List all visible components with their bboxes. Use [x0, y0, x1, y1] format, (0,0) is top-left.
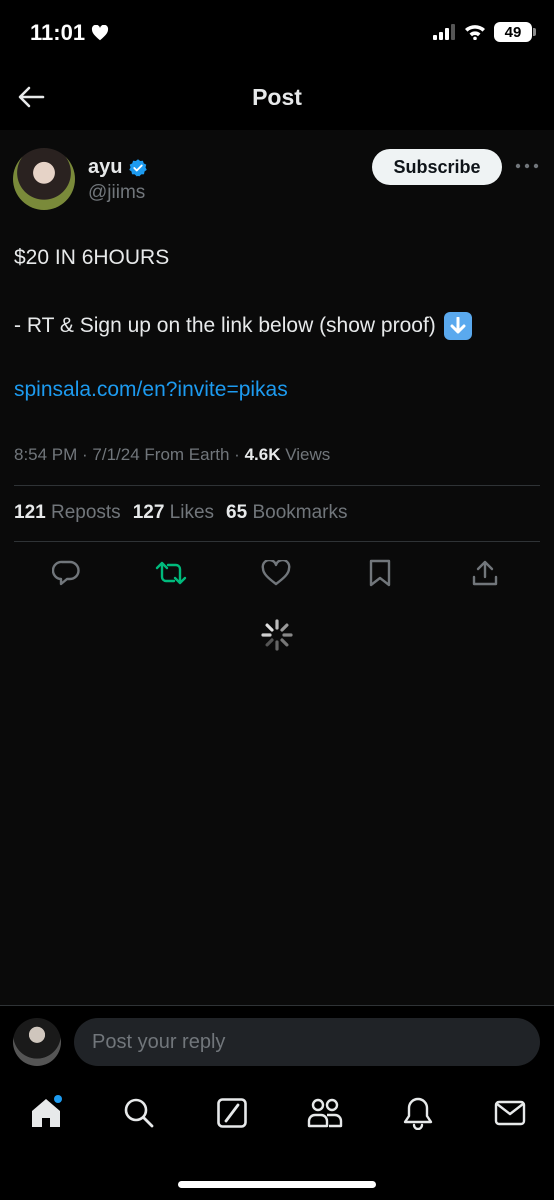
author-handle[interactable]: @jiims: [88, 182, 145, 204]
user-avatar[interactable]: [13, 1018, 61, 1066]
like-icon: [261, 560, 291, 586]
post-text-line-1: $20 IN 6HOURS: [14, 246, 170, 269]
reply-input[interactable]: Post your reply: [74, 1018, 540, 1066]
tab-home[interactable]: [26, 1093, 66, 1133]
communities-icon: [307, 1098, 343, 1128]
more-icon: [515, 163, 539, 169]
loading-spinner-icon: [261, 619, 293, 651]
post-date[interactable]: 7/1/24: [92, 445, 139, 464]
divider: [14, 541, 540, 542]
likes-count: 127: [132, 502, 165, 523]
home-indicator[interactable]: [178, 1181, 376, 1188]
heart-status-icon: [92, 25, 109, 41]
post-text-line-2: - RT & Sign up on the link below (show p…: [14, 312, 472, 340]
notifications-icon: [403, 1097, 433, 1130]
status-time-group: 11:01: [30, 20, 109, 46]
tab-notifications[interactable]: [398, 1093, 438, 1133]
post-location: From Earth: [144, 445, 230, 464]
bookmarks-count: 65: [226, 502, 248, 523]
signal-icon: [433, 24, 455, 40]
status-bar: 11:01 49: [0, 0, 554, 64]
engagement-stats: 121 Reposts 127 Likes 65 Bookmarks: [14, 502, 347, 524]
likes-label: Likes: [169, 502, 215, 523]
post-link[interactable]: spinsala.com/en?invite=pikas: [14, 378, 288, 402]
bookmark-button[interactable]: [362, 555, 398, 591]
post-text-line-2-text: - RT & Sign up on the link below (show p…: [14, 314, 436, 337]
likes-stat[interactable]: 127 Likes: [133, 502, 214, 524]
search-icon: [124, 1098, 154, 1128]
battery-indicator: 49: [494, 22, 536, 42]
repost-icon: [155, 561, 187, 585]
author-name-row[interactable]: ayu: [88, 156, 148, 179]
more-options-button[interactable]: [514, 154, 540, 178]
down-arrow-emoji-icon: [443, 312, 472, 340]
wifi-icon: [465, 25, 485, 40]
post-actions: [0, 555, 554, 591]
tab-messages[interactable]: [490, 1093, 530, 1133]
repost-button[interactable]: [153, 555, 189, 591]
bookmarks-stat[interactable]: 65 Bookmarks: [226, 502, 347, 524]
home-notification-dot: [54, 1095, 62, 1103]
share-icon: [472, 560, 498, 586]
post-time[interactable]: 8:54 PM: [14, 445, 77, 464]
tab-grok[interactable]: [212, 1093, 252, 1133]
bookmark-icon: [369, 559, 391, 587]
tab-communities[interactable]: [305, 1093, 345, 1133]
post-header: Post: [0, 64, 554, 130]
share-button[interactable]: [467, 555, 503, 591]
reply-bar: Post your reply: [0, 1005, 554, 1077]
reply-button[interactable]: [48, 555, 84, 591]
author-avatar[interactable]: [13, 148, 75, 210]
author-display-name[interactable]: ayu: [88, 156, 122, 179]
reposts-label: Reposts: [50, 502, 121, 523]
divider: [14, 485, 540, 486]
subscribe-button[interactable]: Subscribe: [372, 149, 502, 185]
status-right: 49: [432, 22, 536, 42]
verified-badge-icon: [129, 158, 148, 176]
like-button[interactable]: [258, 555, 294, 591]
views-count: 4.6K: [244, 445, 281, 464]
bookmarks-label: Bookmarks: [252, 502, 348, 523]
bottom-tab-bar: [0, 1077, 554, 1200]
messages-icon: [494, 1100, 526, 1126]
status-time: 11:01: [30, 20, 86, 45]
post-meta: 8:54 PM · 7/1/24 From Earth · 4.6K Views: [14, 445, 331, 464]
grok-icon: [217, 1098, 247, 1128]
reposts-stat[interactable]: 121 Reposts: [14, 502, 121, 524]
views-label: Views: [285, 445, 331, 464]
reposts-count: 121: [14, 502, 46, 523]
post-detail: ayu @jiims Subscribe $20 IN 6HOURS - RT …: [0, 130, 554, 1005]
page-title: Post: [252, 84, 302, 110]
tab-search[interactable]: [119, 1093, 159, 1133]
reply-icon: [52, 560, 80, 586]
